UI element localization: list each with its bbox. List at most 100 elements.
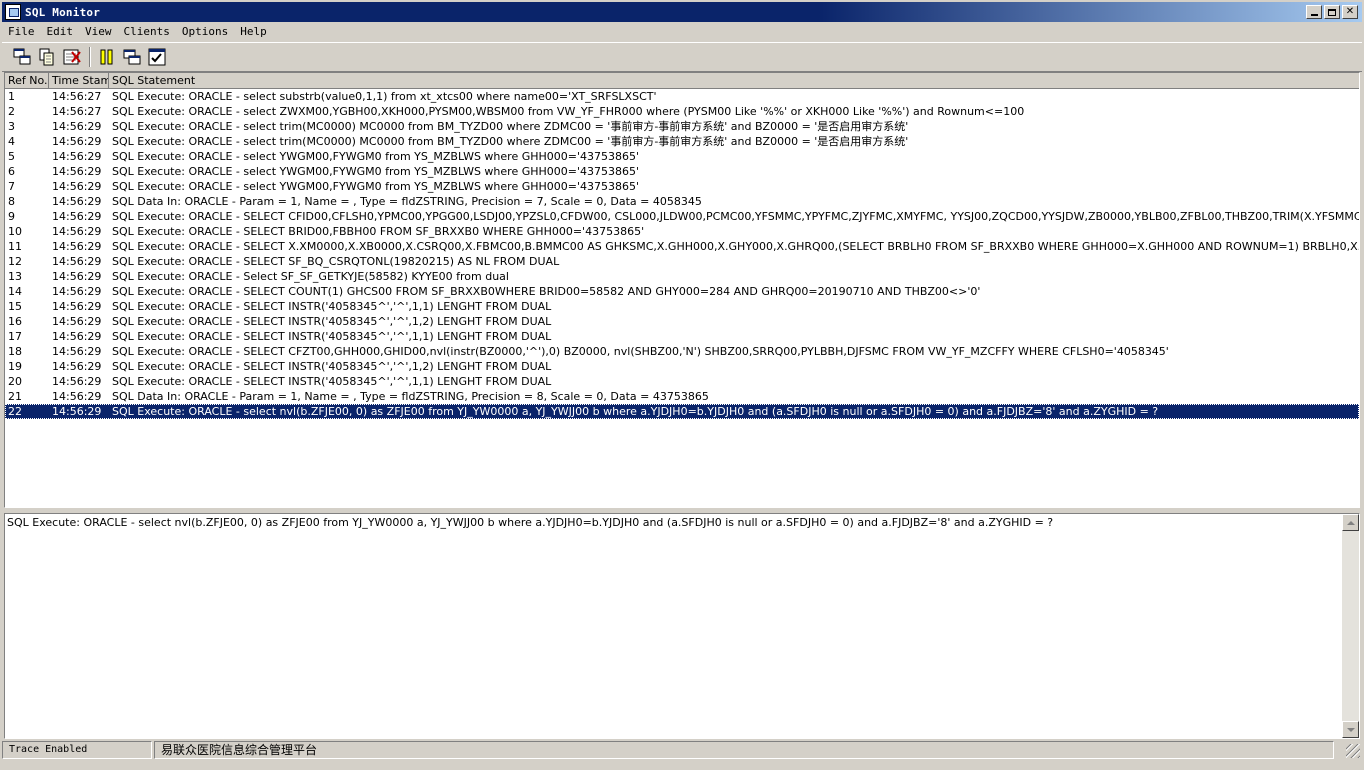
table-row[interactable]: 1 14:56:27 SQL Execute: ORACLE - select su… (5, 89, 1359, 104)
sql-log-list[interactable]: Ref No. Time Stamp SQL Statement 1 14:56:… (4, 72, 1360, 508)
cell-time-stamp: 14:56:29 (52, 345, 102, 358)
resize-grip[interactable] (1346, 744, 1360, 758)
cell-sql-statement: SQL Execute: ORACLE - SELECT CFID00,CFLS… (112, 210, 1359, 223)
table-row[interactable]: 22 14:56:29 SQL Execute: ORACLE - select n… (5, 404, 1359, 419)
cell-time-stamp: 14:56:29 (52, 240, 102, 253)
table-row[interactable]: 5 14:56:29 SQL Execute: ORACLE - select YW… (5, 149, 1359, 164)
table-row[interactable]: 4 14:56:29 SQL Execute: ORACLE - select tr… (5, 134, 1359, 149)
maximize-button[interactable] (1324, 5, 1340, 19)
cell-time-stamp: 14:56:29 (52, 150, 102, 163)
cell-ref-no: 9 (8, 210, 15, 223)
app-icon (5, 4, 21, 20)
cell-sql-statement: SQL Execute: ORACLE - SELECT CFZT00,GHH0… (112, 345, 1169, 358)
table-row[interactable]: 13 14:56:29 SQL Execute: ORACLE - Select S… (5, 269, 1359, 284)
table-row[interactable]: 15 14:56:29 SQL Execute: ORACLE - SELECT I… (5, 299, 1359, 314)
arrow-up-icon (1346, 520, 1355, 525)
cell-sql-statement: SQL Execute: ORACLE - Select SF_SF_GETKY… (112, 270, 509, 283)
sql-detail-text[interactable]: SQL Execute: ORACLE - select nvl(b.ZFJE0… (7, 516, 1339, 530)
cell-time-stamp: 14:56:29 (52, 315, 102, 328)
table-row[interactable]: 12 14:56:29 SQL Execute: ORACLE - SELECT S… (5, 254, 1359, 269)
cell-time-stamp: 14:56:29 (52, 195, 102, 208)
cell-sql-statement: SQL Execute: ORACLE - SELECT INSTR('4058… (112, 300, 552, 313)
copy-window-button[interactable] (10, 46, 33, 68)
cell-sql-statement: SQL Execute: ORACLE - select nvl(b.ZFJE0… (112, 405, 1159, 418)
cell-time-stamp: 14:56:29 (52, 225, 102, 238)
cell-time-stamp: 14:56:27 (52, 105, 102, 118)
table-row[interactable]: 17 14:56:29 SQL Execute: ORACLE - SELECT I… (5, 329, 1359, 344)
detail-scrollbar[interactable] (1342, 514, 1359, 738)
status-trace: Trace Enabled (2, 741, 152, 759)
cell-ref-no: 17 (8, 330, 22, 343)
title-bar[interactable]: SQL Monitor ✕ (2, 2, 1362, 22)
cell-sql-statement: SQL Execute: ORACLE - SELECT SF_BQ_CSRQT… (112, 255, 560, 268)
window-title: SQL Monitor (25, 5, 101, 19)
table-row[interactable]: 6 14:56:29 SQL Execute: ORACLE - select YW… (5, 164, 1359, 179)
menu-view[interactable]: View (79, 23, 118, 41)
clear-icon (63, 49, 81, 65)
scroll-down-button[interactable] (1342, 721, 1359, 738)
cell-sql-statement: SQL Execute: ORACLE - SELECT INSTR('4058… (112, 330, 552, 343)
scroll-up-button[interactable] (1342, 514, 1359, 531)
column-sql-statement[interactable]: SQL Statement (109, 73, 1359, 89)
cell-time-stamp: 14:56:29 (52, 255, 102, 268)
status-platform: 易联众医院信息综合管理平台 (154, 741, 1334, 759)
table-row[interactable]: 2 14:56:27 SQL Execute: ORACLE - select ZW… (5, 104, 1359, 119)
menu-file[interactable]: File (2, 23, 41, 41)
table-row[interactable]: 11 14:56:29 SQL Execute: ORACLE - SELECT X… (5, 239, 1359, 254)
cell-sql-statement: SQL Execute: ORACLE - select ZWXM00,YGBH… (112, 105, 1025, 118)
pause-button[interactable] (95, 46, 118, 68)
cell-ref-no: 13 (8, 270, 22, 283)
toolbar (2, 42, 1362, 72)
cascade-windows-button[interactable] (120, 46, 143, 68)
cell-sql-statement: SQL Execute: ORACLE - select YWGM00,FYWG… (112, 165, 640, 178)
table-row[interactable]: 20 14:56:29 SQL Execute: ORACLE - SELECT I… (5, 374, 1359, 389)
table-row[interactable]: 16 14:56:29 SQL Execute: ORACLE - SELECT I… (5, 314, 1359, 329)
cell-ref-no: 6 (8, 165, 15, 178)
copy-icon (39, 48, 53, 66)
minimize-icon (1310, 14, 1318, 16)
table-row[interactable]: 7 14:56:29 SQL Execute: ORACLE - select YW… (5, 179, 1359, 194)
cell-time-stamp: 14:56:29 (52, 270, 102, 283)
properties-button[interactable] (145, 46, 168, 68)
list-header: Ref No. Time Stamp SQL Statement (5, 73, 1359, 89)
table-row[interactable]: 8 14:56:29 SQL Data In: ORACLE - Param = 1… (5, 194, 1359, 209)
cell-time-stamp: 14:56:29 (52, 120, 102, 133)
cell-ref-no: 16 (8, 315, 22, 328)
table-row[interactable]: 9 14:56:29 SQL Execute: ORACLE - SELECT CF… (5, 209, 1359, 224)
menu-options[interactable]: Options (176, 23, 234, 41)
table-row[interactable]: 21 14:56:29 SQL Data In: ORACLE - Param = … (5, 389, 1359, 404)
table-row[interactable]: 10 14:56:29 SQL Execute: ORACLE - SELECT B… (5, 224, 1359, 239)
cell-ref-no: 3 (8, 120, 15, 133)
cell-ref-no: 22 (8, 405, 22, 418)
column-time-stamp[interactable]: Time Stamp (49, 73, 109, 89)
column-ref-no[interactable]: Ref No. (5, 73, 49, 89)
copy-button[interactable] (35, 46, 58, 68)
cell-ref-no: 20 (8, 375, 22, 388)
menu-help[interactable]: Help (234, 23, 273, 41)
cascade-windows-icon (123, 49, 140, 65)
cell-sql-statement: SQL Execute: ORACLE - SELECT INSTR('4058… (112, 360, 552, 373)
table-row[interactable]: 19 14:56:29 SQL Execute: ORACLE - SELECT I… (5, 359, 1359, 374)
toolbar-separator (89, 47, 91, 67)
cell-sql-statement: SQL Execute: ORACLE - select trim(MC0000… (112, 120, 909, 133)
sql-detail-pane[interactable]: SQL Execute: ORACLE - select nvl(b.ZFJE0… (4, 513, 1360, 739)
cell-time-stamp: 14:56:29 (52, 360, 102, 373)
menu-edit[interactable]: Edit (41, 23, 80, 41)
status-bar: Trace Enabled 易联众医院信息综合管理平台 (2, 740, 1362, 760)
table-row[interactable]: 18 14:56:29 SQL Execute: ORACLE - SELECT C… (5, 344, 1359, 359)
menu-clients[interactable]: Clients (118, 23, 176, 41)
minimize-button[interactable] (1306, 5, 1322, 19)
cell-time-stamp: 14:56:29 (52, 330, 102, 343)
cell-sql-statement: SQL Execute: ORACLE - select substrb(val… (112, 90, 657, 103)
clear-button[interactable] (60, 46, 83, 68)
cell-time-stamp: 14:56:29 (52, 135, 102, 148)
maximize-icon (1328, 8, 1336, 16)
cell-sql-statement: SQL Data In: ORACLE - Param = 1, Name = … (112, 195, 702, 208)
cell-ref-no: 21 (8, 390, 22, 403)
cell-time-stamp: 14:56:29 (52, 405, 102, 418)
table-row[interactable]: 14 14:56:29 SQL Execute: ORACLE - SELECT C… (5, 284, 1359, 299)
window-controls: ✕ (1306, 5, 1358, 19)
table-row[interactable]: 3 14:56:29 SQL Execute: ORACLE - select tr… (5, 119, 1359, 134)
cell-ref-no: 2 (8, 105, 15, 118)
close-button[interactable]: ✕ (1342, 5, 1358, 19)
